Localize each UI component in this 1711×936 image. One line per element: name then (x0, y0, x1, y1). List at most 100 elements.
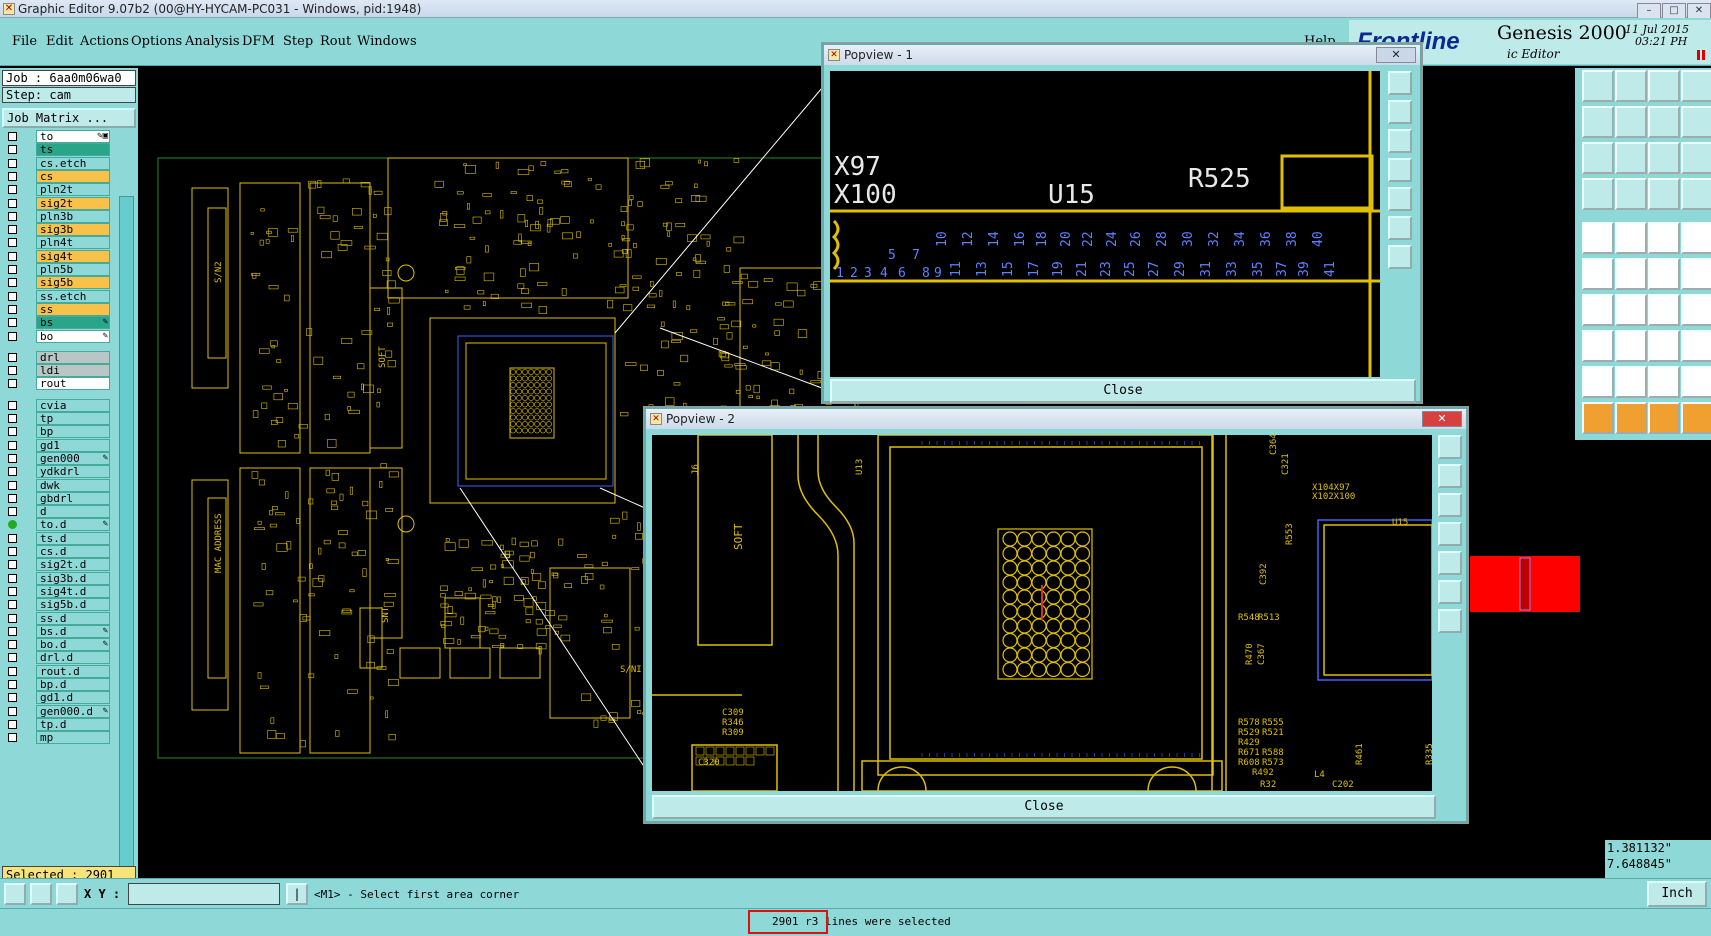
tool-button-icon[interactable] (1582, 222, 1614, 254)
menu-edit[interactable]: Edit (46, 34, 73, 49)
layer-scrollbar[interactable] (119, 196, 134, 916)
layer-row[interactable]: pln4t (2, 236, 110, 250)
layer-visibility-checkbox[interactable] (8, 453, 17, 463)
layer-row[interactable]: bs ✎ (2, 316, 110, 330)
layer-visibility-checkbox[interactable] (8, 251, 17, 261)
popview-tool-icon[interactable] (1388, 71, 1412, 95)
layer-row[interactable]: gen000.d ✎ (2, 704, 110, 718)
layer-visibility-checkbox[interactable] (8, 238, 17, 248)
layer-row[interactable]: ss (2, 302, 110, 316)
popview-2-titlebar[interactable]: ✕ Popview - 2 ✕ (646, 409, 1466, 429)
layer-row[interactable]: cs.d (2, 545, 110, 558)
layer-visibility-checkbox[interactable] (8, 586, 17, 596)
layer-row[interactable]: gd1 (2, 438, 110, 452)
layer-visibility-checkbox[interactable] (8, 352, 17, 362)
tool-button-icon[interactable] (1615, 402, 1647, 434)
layer-visibility-checkbox[interactable] (8, 560, 17, 570)
layer-row[interactable]: gd1.d (2, 691, 110, 705)
tool-button-icon[interactable] (1582, 330, 1614, 362)
layer-row[interactable]: ldi (2, 364, 110, 378)
popview-tool-icon[interactable] (1438, 493, 1462, 517)
layer-visibility-checkbox[interactable] (8, 467, 17, 477)
tool-button-icon[interactable] (1681, 366, 1711, 398)
layer-visibility-checkbox[interactable] (8, 507, 17, 517)
close-window-button[interactable]: ✕ (1687, 3, 1711, 19)
layer-row[interactable]: cs.etch (2, 156, 110, 170)
popview-tool-icon[interactable] (1388, 245, 1412, 269)
layer-row[interactable]: to.d ✎ (2, 518, 110, 532)
layer-visibility-checkbox[interactable] (8, 693, 17, 703)
popview-1-close-button[interactable]: Close (830, 379, 1416, 403)
popview-1-canvas[interactable]: X97 X100 U15 R525 5 710 12 14 16 18 20 22 24 26 28… (830, 71, 1380, 377)
layer-visibility-checkbox[interactable] (8, 653, 17, 663)
tool-button-icon[interactable] (1615, 178, 1647, 210)
layer-row[interactable]: ydkdrl (2, 465, 110, 479)
layer-row[interactable]: sig4t (2, 249, 110, 263)
layer-visibility-checkbox[interactable] (8, 600, 17, 610)
tool-button-icon[interactable] (1648, 106, 1680, 138)
tool-button-icon[interactable] (1615, 294, 1647, 326)
popview-tool-icon[interactable] (1438, 522, 1462, 546)
tool-button-icon[interactable] (1582, 106, 1614, 138)
menu-windows[interactable]: Windows (357, 34, 417, 49)
tool-button-icon[interactable] (1582, 366, 1614, 398)
layer-row[interactable]: pln3b (2, 209, 110, 223)
layer-visibility-checkbox[interactable] (8, 331, 17, 341)
popview-2-canvas[interactable]: J6 U13U15X104X97X102X100C364C321R553C392R… (652, 435, 1432, 791)
layer-row[interactable]: rout (2, 377, 110, 391)
tool-button-icon[interactable] (1615, 222, 1647, 254)
tool-button-icon[interactable] (1648, 222, 1680, 254)
layer-visibility-checkbox[interactable] (8, 533, 17, 543)
tool-button-icon[interactable] (1615, 106, 1647, 138)
xy-input[interactable] (128, 883, 280, 905)
layer-row[interactable]: cvia (2, 398, 110, 412)
layer-visibility-checkbox[interactable] (8, 666, 17, 676)
menu-analysis[interactable]: Analysis (185, 34, 240, 49)
layer-visibility-checkbox[interactable] (8, 440, 17, 450)
tool-button-icon[interactable] (1648, 142, 1680, 174)
layer-row[interactable]: rout.d (2, 664, 110, 678)
layer-visibility-checkbox[interactable] (8, 291, 17, 301)
tool-button-icon[interactable] (1648, 294, 1680, 326)
tool-button-icon[interactable] (1681, 258, 1711, 290)
layer-visibility-checkbox[interactable] (8, 640, 17, 650)
layer-visibility-checkbox[interactable] (8, 132, 17, 141)
menu-step[interactable]: Step (283, 34, 313, 49)
layer-row[interactable]: bs.d ✎ (2, 624, 110, 638)
cursor-mode-icon[interactable]: | (286, 883, 308, 905)
maximize-button[interactable]: □ (1662, 3, 1686, 19)
layer-row[interactable]: bo.d ✎ (2, 638, 110, 652)
tool-button-icon[interactable] (1615, 330, 1647, 362)
tool-button-icon[interactable] (1681, 402, 1711, 434)
layer-row[interactable]: ss.etch (2, 289, 110, 303)
layer-visibility-checkbox[interactable] (8, 318, 17, 328)
tool-button-icon[interactable] (1648, 366, 1680, 398)
job-matrix-button[interactable]: Job Matrix ... (2, 108, 136, 128)
popview-tool-icon[interactable] (1438, 580, 1462, 604)
layer-visibility-checkbox[interactable] (8, 493, 17, 503)
layer-row[interactable]: sig3b.d (2, 571, 110, 585)
layer-visibility-checkbox[interactable] (8, 185, 17, 195)
layer-visibility-checkbox[interactable] (8, 613, 17, 623)
tool-button-icon[interactable] (1681, 106, 1711, 138)
layer-row[interactable]: bp (2, 425, 110, 439)
layer-row[interactable]: sig4t.d (2, 584, 110, 598)
layer-visibility-checkbox[interactable] (8, 626, 17, 636)
tool-button-icon[interactable] (1648, 330, 1680, 362)
tool-button-icon[interactable] (1648, 402, 1680, 434)
layer-row[interactable]: bo ✎ (2, 329, 110, 343)
layer-row[interactable]: sig2t (2, 196, 110, 210)
layer-row[interactable]: drl (2, 350, 110, 364)
layer-visibility-checkbox[interactable] (8, 427, 17, 437)
layer-visibility-checkbox[interactable] (8, 171, 17, 181)
layer-visibility-checkbox[interactable] (8, 265, 17, 274)
tool-button-icon[interactable] (1648, 258, 1680, 290)
tool-button-icon[interactable] (1582, 258, 1614, 290)
layer-row[interactable]: mp (2, 731, 110, 745)
tool-button-icon[interactable] (1615, 258, 1647, 290)
units-button[interactable]: Inch (1647, 881, 1707, 907)
tool-button-icon[interactable] (1681, 294, 1711, 326)
popview-tool-icon[interactable] (1438, 464, 1462, 488)
layer-row[interactable]: d (2, 505, 110, 519)
tool-button-icon[interactable] (1615, 366, 1647, 398)
